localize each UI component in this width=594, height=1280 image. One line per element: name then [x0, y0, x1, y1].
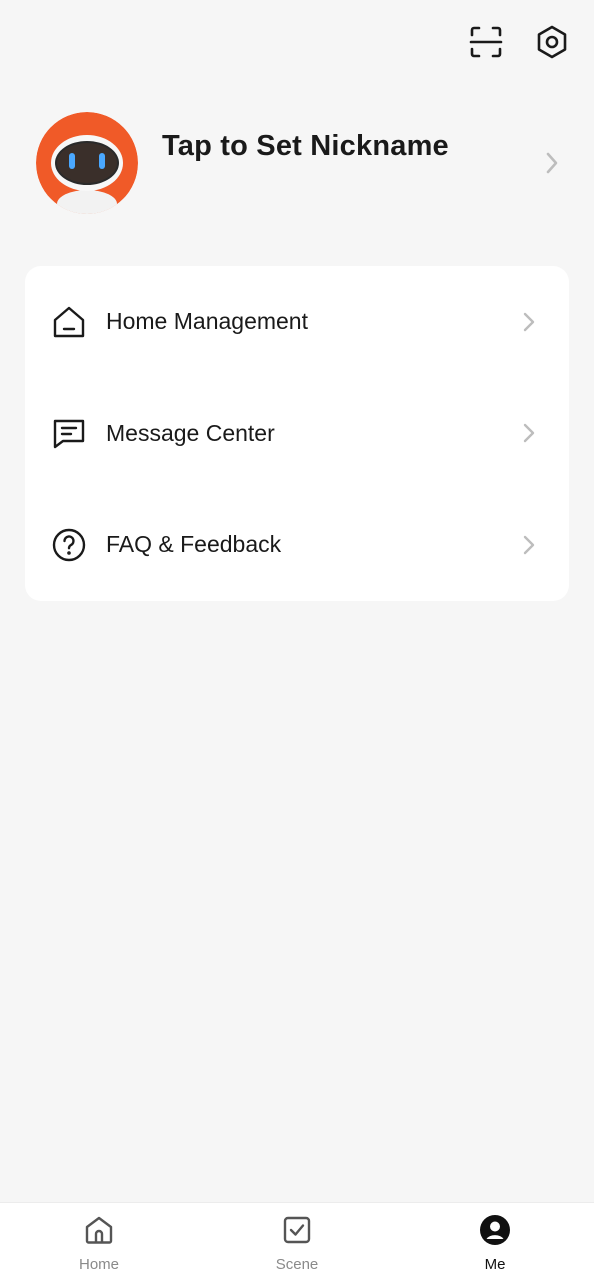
menu-card: Home Management Message Center FAQ & Fee…: [25, 266, 569, 601]
message-icon: [51, 415, 87, 451]
avatar[interactable]: [36, 112, 138, 214]
person-icon: [478, 1213, 512, 1252]
tab-label: Me: [484, 1256, 506, 1273]
profile-header[interactable]: Tap to Set Nickname: [36, 112, 564, 216]
menu-item-home-management[interactable]: Home Management: [25, 266, 569, 378]
chevron-right-icon: [519, 308, 539, 336]
nickname-label[interactable]: Tap to Set Nickname: [162, 130, 540, 163]
menu-item-label: Home Management: [106, 308, 308, 335]
home-icon: [51, 304, 87, 340]
tab-scene[interactable]: Scene: [198, 1203, 396, 1280]
menu-item-message-center[interactable]: Message Center: [25, 378, 569, 490]
menu-item-label: Message Center: [106, 419, 275, 446]
tab-label: Scene: [275, 1256, 319, 1273]
tab-label: Home: [78, 1256, 119, 1273]
scene-check-icon: [280, 1213, 314, 1252]
scan-icon: [468, 24, 504, 65]
chevron-right-icon: [519, 419, 539, 447]
scan-button[interactable]: [466, 24, 506, 64]
home-tab-icon: [82, 1213, 116, 1252]
tab-home[interactable]: Home: [0, 1203, 198, 1280]
me-screen: Tap to Set Nickname Home Management Mess…: [0, 0, 594, 1280]
question-icon: [51, 527, 87, 563]
top-actions: [466, 24, 572, 64]
tab-me[interactable]: Me: [396, 1203, 594, 1280]
chevron-right-icon: [540, 148, 564, 178]
settings-button[interactable]: [532, 24, 572, 64]
menu-item-faq-feedback[interactable]: FAQ & Feedback: [25, 489, 569, 601]
settings-hex-icon: [534, 24, 570, 65]
chevron-right-icon: [519, 531, 539, 559]
menu-item-label: FAQ & Feedback: [106, 531, 282, 558]
bottom-tab-bar: Home Scene Me: [0, 1202, 594, 1280]
